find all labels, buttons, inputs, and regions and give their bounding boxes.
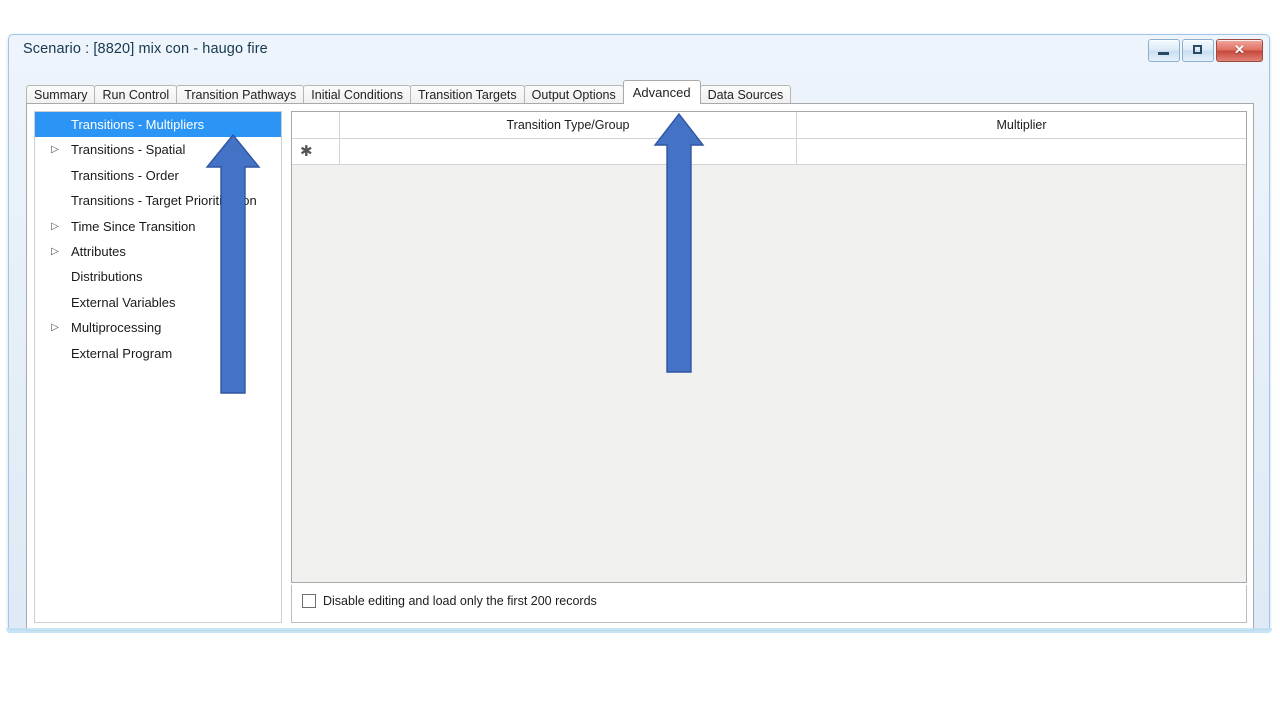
tree-item-label: Transitions - Order — [71, 167, 179, 183]
chevron-right-icon[interactable]: ▷ — [49, 137, 61, 162]
tree-item-label: Transitions - Spatial — [71, 142, 186, 158]
tree-item-label: Time Since Transition — [71, 218, 196, 234]
tab-summary[interactable]: Summary — [26, 85, 96, 104]
grid-header-row: Transition Type/Group Multiplier — [292, 112, 1246, 139]
tree-item-label: External Program — [71, 345, 173, 361]
chevron-right-icon[interactable]: ▷ — [49, 214, 61, 239]
tree-item-multiprocessing[interactable]: ▷ Multiprocessing — [35, 315, 281, 340]
advanced-tab-panel: Transitions - Multipliers ▷ Transitions … — [26, 103, 1254, 631]
window-title: Scenario : [8820] mix con - haugo fire — [23, 41, 268, 57]
tab-advanced[interactable]: Advanced — [622, 80, 701, 104]
chevron-right-icon[interactable]: ▷ — [49, 315, 61, 340]
tree-item-transitions-target-prioritization[interactable]: Transitions - Target Prioritization — [35, 188, 281, 213]
disable-editing-label: Disable editing and load only the first … — [323, 594, 597, 608]
multipliers-data-grid[interactable]: Transition Type/Group Multiplier ✱ — [291, 111, 1247, 583]
disable-editing-checkbox[interactable] — [302, 594, 316, 608]
minimize-button[interactable] — [1148, 39, 1180, 62]
minimize-icon — [1158, 52, 1169, 55]
table-row[interactable]: ✱ — [292, 139, 1246, 165]
close-icon: ✕ — [1234, 42, 1245, 57]
new-row-indicator-cell[interactable]: ✱ — [292, 139, 340, 164]
grid-footer: Disable editing and load only the first … — [291, 585, 1247, 623]
tree-item-label: Transitions - Multipliers — [71, 117, 205, 132]
window-titlebar[interactable]: Scenario : [8820] mix con - haugo fire ✕ — [9, 35, 1269, 65]
scenario-window: Scenario : [8820] mix con - haugo fire ✕… — [6, 34, 1272, 633]
tree-item-label: Distributions — [71, 269, 143, 285]
chevron-right-icon[interactable]: ▷ — [49, 239, 61, 264]
tab-list: Summary Run Control Transition Pathways … — [26, 80, 792, 104]
tab-data-sources[interactable]: Data Sources — [699, 85, 792, 104]
tab-output-options[interactable]: Output Options — [523, 85, 624, 104]
advanced-settings-tree[interactable]: Transitions - Multipliers ▷ Transitions … — [34, 111, 282, 623]
disable-editing-checkbox-row[interactable]: Disable editing and load only the first … — [302, 594, 597, 608]
tree-item-external-variables[interactable]: External Variables — [35, 290, 281, 315]
tab-strip: Summary Run Control Transition Pathways … — [26, 80, 1254, 104]
tree-item-label: Transitions - Target Prioritization — [71, 193, 257, 209]
tree-item-label: External Variables — [71, 294, 176, 310]
tree-item-transitions-spatial[interactable]: ▷ Transitions - Spatial — [35, 137, 281, 162]
maximize-icon — [1193, 45, 1202, 54]
tree-item-time-since-transition[interactable]: ▷ Time Since Transition — [35, 214, 281, 239]
tree-item-distributions[interactable]: Distributions — [35, 264, 281, 289]
tree-item-transitions-order[interactable]: Transitions - Order — [35, 163, 281, 188]
maximize-button[interactable] — [1182, 39, 1214, 62]
multipliers-grid-panel: Transition Type/Group Multiplier ✱ Disab… — [291, 111, 1247, 623]
tab-transition-targets[interactable]: Transition Targets — [410, 85, 525, 104]
tree-item-label: Attributes — [71, 243, 126, 259]
tab-initial-conditions[interactable]: Initial Conditions — [303, 85, 411, 104]
grid-empty-area — [292, 165, 1246, 581]
grid-header-transition-type-group[interactable]: Transition Type/Group — [340, 112, 797, 138]
cell-multiplier[interactable] — [797, 139, 1246, 164]
tree-item-label: Multiprocessing — [71, 320, 162, 336]
window-controls: ✕ — [1148, 39, 1263, 62]
tree-item-attributes[interactable]: ▷ Attributes — [35, 239, 281, 264]
tab-run-control[interactable]: Run Control — [94, 85, 178, 104]
new-row-asterisk-icon: ✱ — [300, 142, 313, 160]
tab-transition-pathways[interactable]: Transition Pathways — [176, 85, 305, 104]
tree-item-external-program[interactable]: External Program — [35, 341, 281, 366]
grid-header-row-selector — [292, 112, 340, 138]
tree-item-transitions-multipliers[interactable]: Transitions - Multipliers — [35, 112, 281, 138]
cell-transition-type-group[interactable] — [340, 139, 797, 164]
close-button[interactable]: ✕ — [1216, 39, 1263, 62]
grid-header-multiplier[interactable]: Multiplier — [797, 112, 1246, 138]
